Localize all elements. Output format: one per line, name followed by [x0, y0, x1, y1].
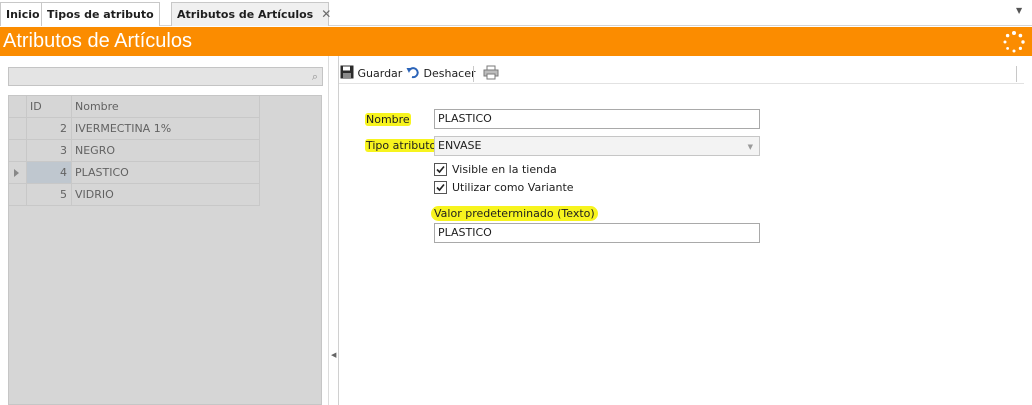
valor-predeterminado-label-text: Valor predeterminado (Texto) [431, 206, 598, 221]
row-indicator-header [9, 96, 27, 118]
toolbar-divider [473, 66, 474, 82]
column-header-nombre[interactable]: Nombre [72, 96, 260, 118]
undo-label: Deshacer [423, 67, 476, 80]
loading-spinner-icon [1003, 31, 1025, 53]
utilizar-como-variante-label[interactable]: Utilizar como Variante [452, 180, 574, 195]
tab-bar: Inicio Tipos de atributo Atributos de Ar… [0, 0, 1032, 26]
cell-nombre[interactable]: IVERMECTINA 1% [72, 118, 260, 140]
cell-id[interactable]: 2 [27, 118, 72, 140]
current-row-arrow-icon [14, 169, 19, 177]
visible-en-tienda-label[interactable]: Visible en la tienda [452, 162, 557, 177]
print-button[interactable] [483, 65, 499, 83]
close-icon[interactable]: ✕ [321, 7, 331, 21]
row-indicator [9, 162, 27, 184]
undo-icon [406, 67, 419, 79]
tipo-atributo-select[interactable]: ENVASE ▼ [434, 136, 760, 156]
floppy-disk-icon [340, 65, 354, 79]
valor-predeterminado-value: PLASTICO [438, 226, 492, 239]
toolbar-divider [1016, 66, 1017, 82]
utilizar-como-variante-checkbox[interactable] [434, 181, 447, 194]
grid-header: ID Nombre [9, 96, 260, 118]
tipo-atributo-label-text: Tipo atributo [365, 139, 438, 152]
chevron-down-icon[interactable]: ▼ [1016, 6, 1026, 16]
attributes-grid: ID Nombre 2 IVERMECTINA 1% 3 NEGRO 4 PLA… [8, 95, 322, 405]
chevron-down-icon[interactable]: ▼ [748, 138, 753, 156]
tab-atributos-de-articulos[interactable]: Atributos de Artículos ✕ [171, 2, 331, 26]
cell-nombre[interactable]: PLASTICO [72, 162, 260, 184]
tab-tipos-de-atributo[interactable]: Tipos de atributo [41, 2, 160, 26]
valor-predeterminado-label: Valor predeterminado (Texto) [431, 206, 598, 221]
cell-nombre[interactable]: NEGRO [72, 140, 260, 162]
window-title-bar: Atributos de Artículos [0, 27, 1032, 56]
nombre-label: Nombre [365, 112, 411, 127]
cell-nombre[interactable]: VIDRIO [72, 184, 260, 206]
chevron-left-icon[interactable]: ◀ [331, 351, 336, 359]
visible-en-tienda-checkbox[interactable] [434, 163, 447, 176]
nombre-label-text: Nombre [365, 113, 411, 126]
checkmark-icon [436, 183, 445, 192]
printer-icon [483, 65, 499, 80]
search-input[interactable]: ⌕ [8, 67, 323, 86]
valor-predeterminado-field[interactable]: PLASTICO [434, 223, 760, 243]
tab-label: Tipos de atributo [47, 8, 154, 21]
detail-panel: Guardar Deshacer Nombre PLASTICO Tipo at… [339, 56, 1032, 405]
nombre-value: PLASTICO [438, 112, 492, 125]
page-title: Atributos de Artículos [3, 30, 192, 52]
panel-splitter[interactable]: ◀ [328, 56, 339, 405]
tipo-atributo-label: Tipo atributo [365, 138, 438, 153]
toolbar: Guardar Deshacer [339, 62, 1024, 84]
checkmark-icon [436, 165, 445, 174]
save-label: Guardar [357, 67, 403, 80]
search-icon[interactable]: ⌕ [312, 70, 318, 84]
save-button[interactable]: Guardar [340, 65, 402, 83]
list-panel: ⌕ ID Nombre 2 IVERMECTINA 1% 3 NEGRO 4 P… [0, 56, 328, 405]
row-indicator [9, 184, 27, 206]
tipo-atributo-value: ENVASE [438, 139, 482, 152]
tab-inicio[interactable]: Inicio [0, 2, 46, 26]
cell-id[interactable]: 5 [27, 184, 72, 206]
row-indicator [9, 140, 27, 162]
cell-id[interactable]: 3 [27, 140, 72, 162]
row-indicator [9, 118, 27, 140]
tab-label: Atributos de Artículos [177, 8, 314, 21]
nombre-field[interactable]: PLASTICO [434, 109, 760, 129]
column-header-id[interactable]: ID [27, 96, 72, 118]
cell-id[interactable]: 4 [27, 162, 72, 184]
tab-label: Inicio [6, 8, 40, 21]
undo-button[interactable]: Deshacer [406, 65, 476, 83]
